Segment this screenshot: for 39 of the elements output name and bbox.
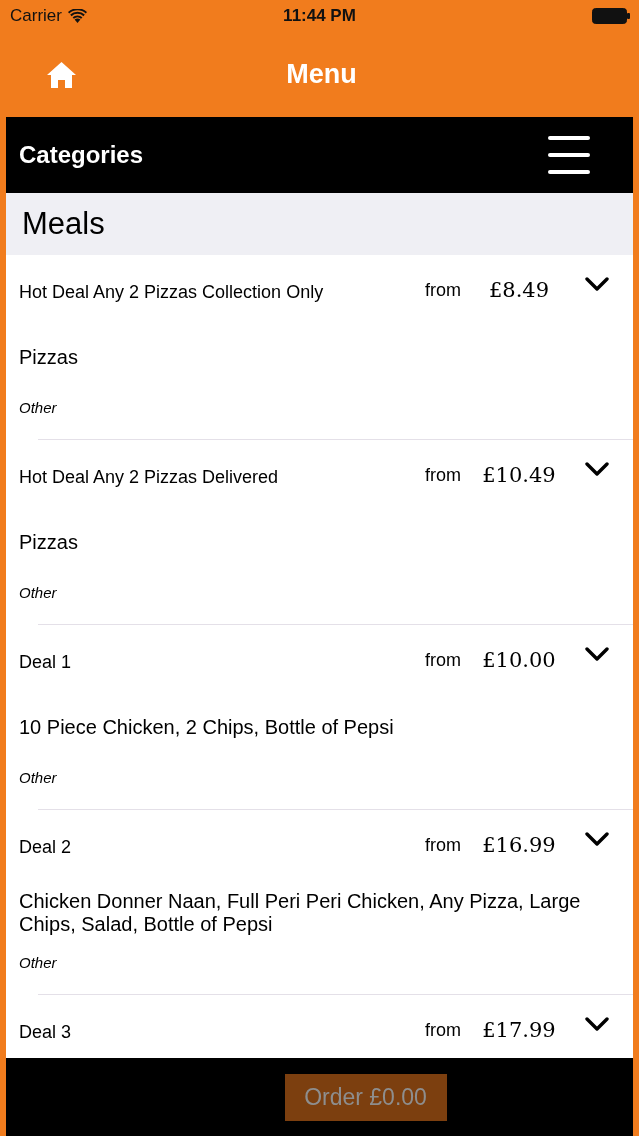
categories-title: Categories: [19, 141, 144, 169]
battery-icon: [592, 8, 630, 24]
chevron-down-icon[interactable]: [585, 462, 609, 476]
item-description: Pizzas: [19, 346, 78, 369]
item-description: Chicken Donner Naan, Full Peri Peri Chicken, Any Pizza, Large Chips, Salad, Bottle of Pepsi: [19, 889, 582, 936]
item-price: £17.99: [481, 1018, 557, 1042]
chevron-down-icon[interactable]: [585, 1017, 609, 1031]
item-name[interactable]: Deal 3: [19, 1017, 425, 1043]
from-label: from: [425, 649, 461, 671]
item-price: £16.99: [481, 833, 557, 857]
from-label: from: [425, 834, 461, 856]
home-icon: [46, 60, 77, 89]
clock-time: 11:44 PM: [283, 6, 356, 25]
menu-button[interactable]: [548, 136, 590, 174]
chevron-down-icon[interactable]: [585, 277, 609, 291]
from-label: from: [425, 464, 461, 486]
carrier-label: Carrier: [10, 6, 62, 26]
item-name[interactable]: Deal 1: [19, 647, 425, 673]
section-title: Meals: [22, 206, 105, 242]
item-category: Other: [19, 769, 57, 786]
item-category: Other: [19, 399, 57, 416]
wifi-icon: [67, 9, 87, 23]
item-price: £8.49: [487, 278, 551, 302]
home-button[interactable]: [46, 60, 77, 89]
item-description: 10 Piece Chicken, 2 Chips, Bottle of Pepsi: [19, 716, 394, 739]
item-name[interactable]: Hot Deal Any 2 Pizzas Delivered: [19, 462, 425, 488]
from-label: from: [425, 279, 461, 301]
chevron-down-icon[interactable]: [585, 832, 609, 846]
screen-title: Menu: [285, 59, 357, 90]
item-name[interactable]: Deal 2: [19, 832, 425, 858]
from-label: from: [425, 1019, 461, 1041]
item-price: £10.00: [481, 648, 557, 672]
item-name[interactable]: Hot Deal Any 2 Pizzas Collection Only: [19, 277, 425, 303]
menu-icon: [548, 136, 590, 174]
item-category: Other: [19, 954, 57, 971]
item-description: Pizzas: [19, 531, 78, 554]
item-price: £10.49: [481, 463, 557, 487]
chevron-down-icon[interactable]: [585, 647, 609, 661]
item-category: Other: [19, 584, 57, 601]
